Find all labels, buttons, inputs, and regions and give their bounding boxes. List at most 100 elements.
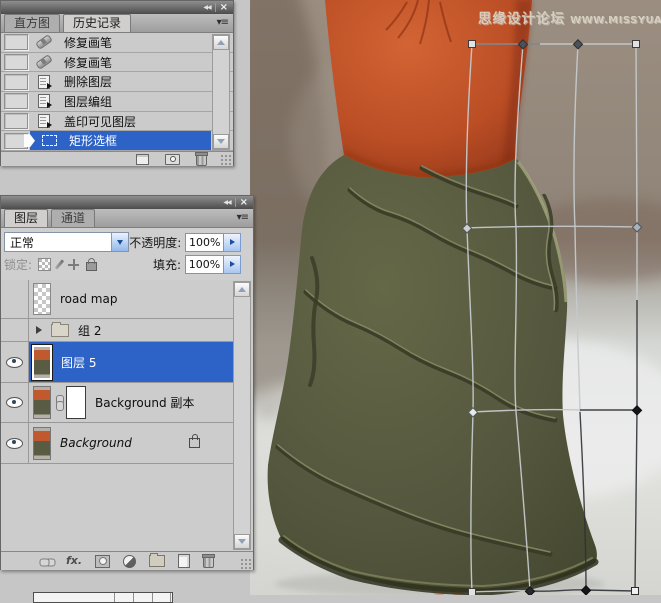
collapse-panel-icon[interactable]: ◀◀ (203, 1, 210, 14)
watermark-site-name: 思缘设计论坛 (478, 11, 565, 27)
history-footer (1, 151, 233, 166)
cutoff-divider (152, 593, 153, 602)
new-document-from-state-icon[interactable] (136, 154, 149, 165)
delete-state-icon[interactable] (196, 154, 207, 166)
visibility-toggle[interactable] (1, 342, 29, 382)
layers-controls: 正常 不透明度: 100% 锁定: 填充: 100% (1, 228, 253, 280)
history-row[interactable]: 删除图层 (1, 72, 233, 92)
history-scrollbar[interactable] (212, 34, 230, 150)
watermark-site-url: www.missyuan.com (570, 15, 661, 26)
history-source-well[interactable] (4, 54, 28, 70)
layer-row-group-2[interactable]: 组 2 (1, 319, 236, 342)
visibility-toggle[interactable] (1, 319, 29, 341)
layers-scrollbar[interactable] (233, 281, 251, 550)
titlebar-divider (235, 198, 236, 207)
healing-brush-icon (30, 58, 58, 66)
layers-list: road map 组 2 图层 5 (1, 280, 253, 551)
close-panel-icon[interactable]: × (220, 2, 228, 14)
history-list: 修复画笔 修复画笔 删除图层 图层编组 盖印可见图层 (1, 33, 233, 151)
layer-mask-thumbnail[interactable] (66, 386, 86, 419)
layer-style-icon[interactable]: fx. (66, 555, 82, 567)
cutoff-divider (133, 593, 134, 602)
layer-row-background-copy[interactable]: Background 副本 (1, 383, 236, 423)
watermark: 思缘设计论坛 www.missyuan.com (478, 7, 658, 27)
blend-mode-select[interactable]: 正常 (4, 232, 129, 252)
lock-buttons (38, 257, 97, 271)
handle-bottom-left[interactable] (469, 589, 476, 596)
eye-icon (6, 357, 23, 368)
rect-marquee-icon (35, 135, 63, 146)
link-mask-icon[interactable] (55, 395, 63, 410)
panel-resize-grip[interactable] (240, 558, 251, 569)
history-row-selected[interactable]: 矩形选框 (1, 131, 233, 151)
history-row[interactable]: 修复画笔 (1, 33, 233, 53)
tab-histogram[interactable]: 直方图 (4, 14, 60, 32)
layer-operation-icon (30, 75, 58, 89)
visibility-toggle[interactable] (1, 280, 29, 318)
lock-transparency-icon[interactable] (38, 258, 51, 271)
scroll-up-icon[interactable] (234, 282, 250, 297)
layer-thumbnail[interactable] (33, 427, 51, 460)
photo-illustration (250, 0, 661, 595)
lock-paint-icon[interactable] (55, 259, 64, 269)
layer-row-road-map[interactable]: road map (1, 280, 236, 319)
fill-spinner-icon[interactable] (224, 255, 241, 274)
layer-operation-icon (30, 114, 58, 128)
layer-row-layer-5[interactable]: 图层 5 (1, 342, 236, 383)
visibility-toggle[interactable] (1, 423, 29, 463)
panel-menu-icon[interactable]: ▾≡ (237, 212, 248, 223)
handle-top-right[interactable] (633, 41, 640, 48)
history-row[interactable]: 图层编组 (1, 92, 233, 112)
new-snapshot-icon[interactable] (165, 154, 180, 165)
panel-resize-grip[interactable] (220, 154, 231, 165)
group-folder-icon (51, 324, 69, 337)
handle-bottom-right[interactable] (632, 588, 639, 595)
opacity-input[interactable]: 100% (185, 233, 224, 252)
history-panel: ◀◀ × 直方图 历史记录 ▾≡ 修复画笔 修复画笔 删除图层 (0, 0, 234, 166)
lock-position-icon[interactable] (68, 259, 79, 270)
delete-layer-icon[interactable] (203, 556, 214, 568)
collapse-panel-icon[interactable]: ◀◀ (223, 196, 230, 209)
layers-tabs: 图层 通道 ▾≡ (1, 209, 253, 228)
history-titlebar: ◀◀ × (1, 1, 233, 14)
cutoff-divider (170, 593, 171, 602)
background-lock-icon (189, 438, 200, 448)
add-layer-mask-icon[interactable] (95, 555, 110, 568)
titlebar-divider (215, 3, 216, 12)
eye-icon (6, 397, 23, 408)
panel-menu-icon[interactable]: ▾≡ (217, 17, 228, 28)
tab-layers[interactable]: 图层 (4, 209, 48, 227)
history-source-well[interactable] (4, 93, 28, 109)
tab-history[interactable]: 历史记录 (63, 14, 131, 32)
tab-channels[interactable]: 通道 (51, 209, 95, 227)
photoshop-workspace: 思缘设计论坛 www.missyuan.com ◀◀ × 直方图 历史记录 ▾≡… (0, 0, 661, 603)
visibility-toggle[interactable] (1, 383, 29, 422)
history-row[interactable]: 盖印可见图层 (1, 112, 233, 132)
history-state-pointer-icon[interactable] (24, 134, 35, 147)
adjustment-layer-icon[interactable] (123, 555, 136, 568)
layer-row-background[interactable]: Background (1, 423, 236, 464)
handle-top-left[interactable] (469, 41, 476, 48)
cutoff-panel (33, 592, 173, 603)
layer-thumbnail[interactable] (33, 283, 51, 315)
close-panel-icon[interactable]: × (240, 197, 248, 209)
photo-canvas[interactable]: 思缘设计论坛 www.missyuan.com (250, 0, 661, 595)
chevron-down-icon[interactable] (111, 233, 128, 251)
scroll-down-icon[interactable] (234, 534, 250, 549)
scroll-down-icon[interactable] (213, 134, 229, 149)
history-source-well[interactable] (4, 34, 28, 50)
link-layers-icon[interactable] (43, 557, 56, 565)
history-source-well[interactable] (4, 74, 28, 90)
expand-group-icon[interactable] (36, 326, 42, 334)
fill-input[interactable]: 100% (185, 255, 224, 274)
new-group-icon[interactable] (149, 555, 165, 567)
lock-all-icon[interactable] (86, 262, 97, 271)
scroll-up-icon[interactable] (213, 35, 229, 50)
layer-thumbnail[interactable] (33, 386, 51, 419)
layer-thumbnail[interactable] (32, 345, 52, 380)
opacity-spinner-icon[interactable] (224, 233, 241, 252)
history-source-well[interactable] (4, 113, 28, 129)
history-row[interactable]: 修复画笔 (1, 53, 233, 73)
layers-footer: fx. (1, 551, 253, 570)
new-layer-icon[interactable] (178, 554, 190, 568)
